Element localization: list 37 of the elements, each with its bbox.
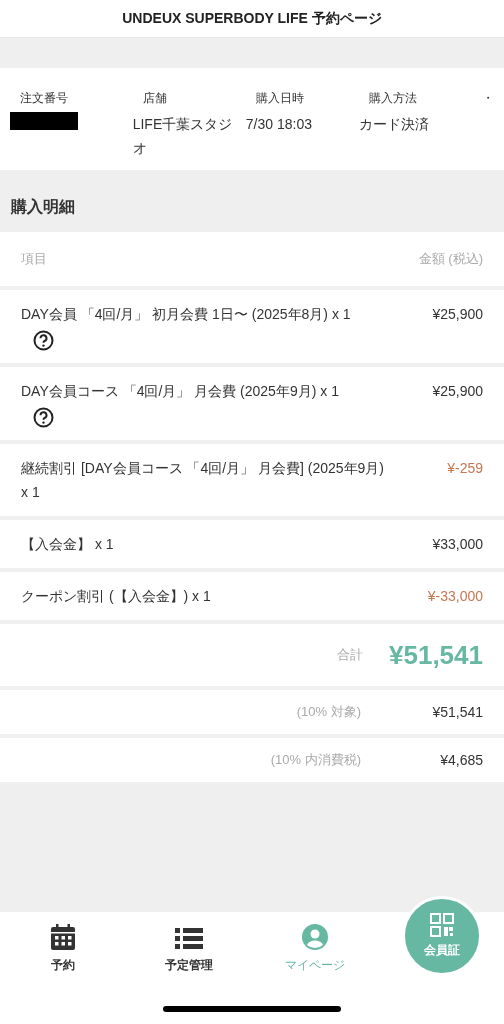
info-label: 購入方法 [367, 90, 418, 106]
item-name: DAY会員コース 「4回/月」 月会費 (2025年9月) x 1 [21, 382, 339, 401]
column-header: 金額 (税込) [418, 250, 483, 269]
info-value: カード決済 [358, 115, 430, 134]
item-name: 継続割引 [DAY会員コース 「4回/月」 月会費] (2025年9月) x 1 [21, 459, 385, 502]
info-value: LIFE千葉スタジオ [132, 115, 234, 158]
tax-label: (10% 内消費税) [270, 751, 361, 770]
item-amount: ¥-33,000 [427, 587, 483, 606]
nav-tab[interactable]: 予定管理 [126, 922, 252, 974]
tax-label: (10% 対象) [296, 703, 361, 722]
item-name: DAY会員 「4回/月」 初月会費 1日〜 (2025年8月) x 1 [21, 305, 351, 324]
page-title: UNDEUX SUPERBODY LIFE 予約ページ [122, 9, 382, 28]
info-value: 7/30 18:03 [245, 115, 313, 134]
help-icon[interactable] [33, 330, 54, 351]
item-amount: ¥33,000 [432, 535, 483, 554]
info-label: 店舗 [141, 90, 168, 106]
total-label: 合計 [337, 646, 363, 665]
item-amount: ¥25,900 [432, 382, 483, 401]
calendar-icon [51, 924, 75, 950]
help-icon[interactable] [33, 407, 54, 428]
item-name: クーポン割引 (【入会金】) x 1 [21, 587, 211, 606]
nav-tab[interactable]: 予約 [0, 922, 126, 974]
info-label: 購入日時 [254, 90, 305, 106]
info-label: 注文番号 [19, 90, 68, 106]
tax-amount: ¥51,541 [431, 702, 483, 722]
user-icon [302, 924, 328, 950]
list-icon [175, 928, 203, 950]
item-amount: ¥25,900 [432, 305, 483, 324]
redaction-bar [10, 112, 78, 130]
item-amount: ¥-259 [447, 459, 483, 478]
tax-amount: ¥4,685 [439, 750, 483, 770]
total-amount: ¥51,541 [389, 638, 483, 672]
item-name: 【入会金】 x 1 [21, 535, 114, 554]
column-header: 項目 [21, 250, 47, 269]
info-label: ・ [481, 90, 494, 106]
qr-code-icon [430, 913, 454, 937]
section-heading: 購入明細 [11, 197, 75, 217]
